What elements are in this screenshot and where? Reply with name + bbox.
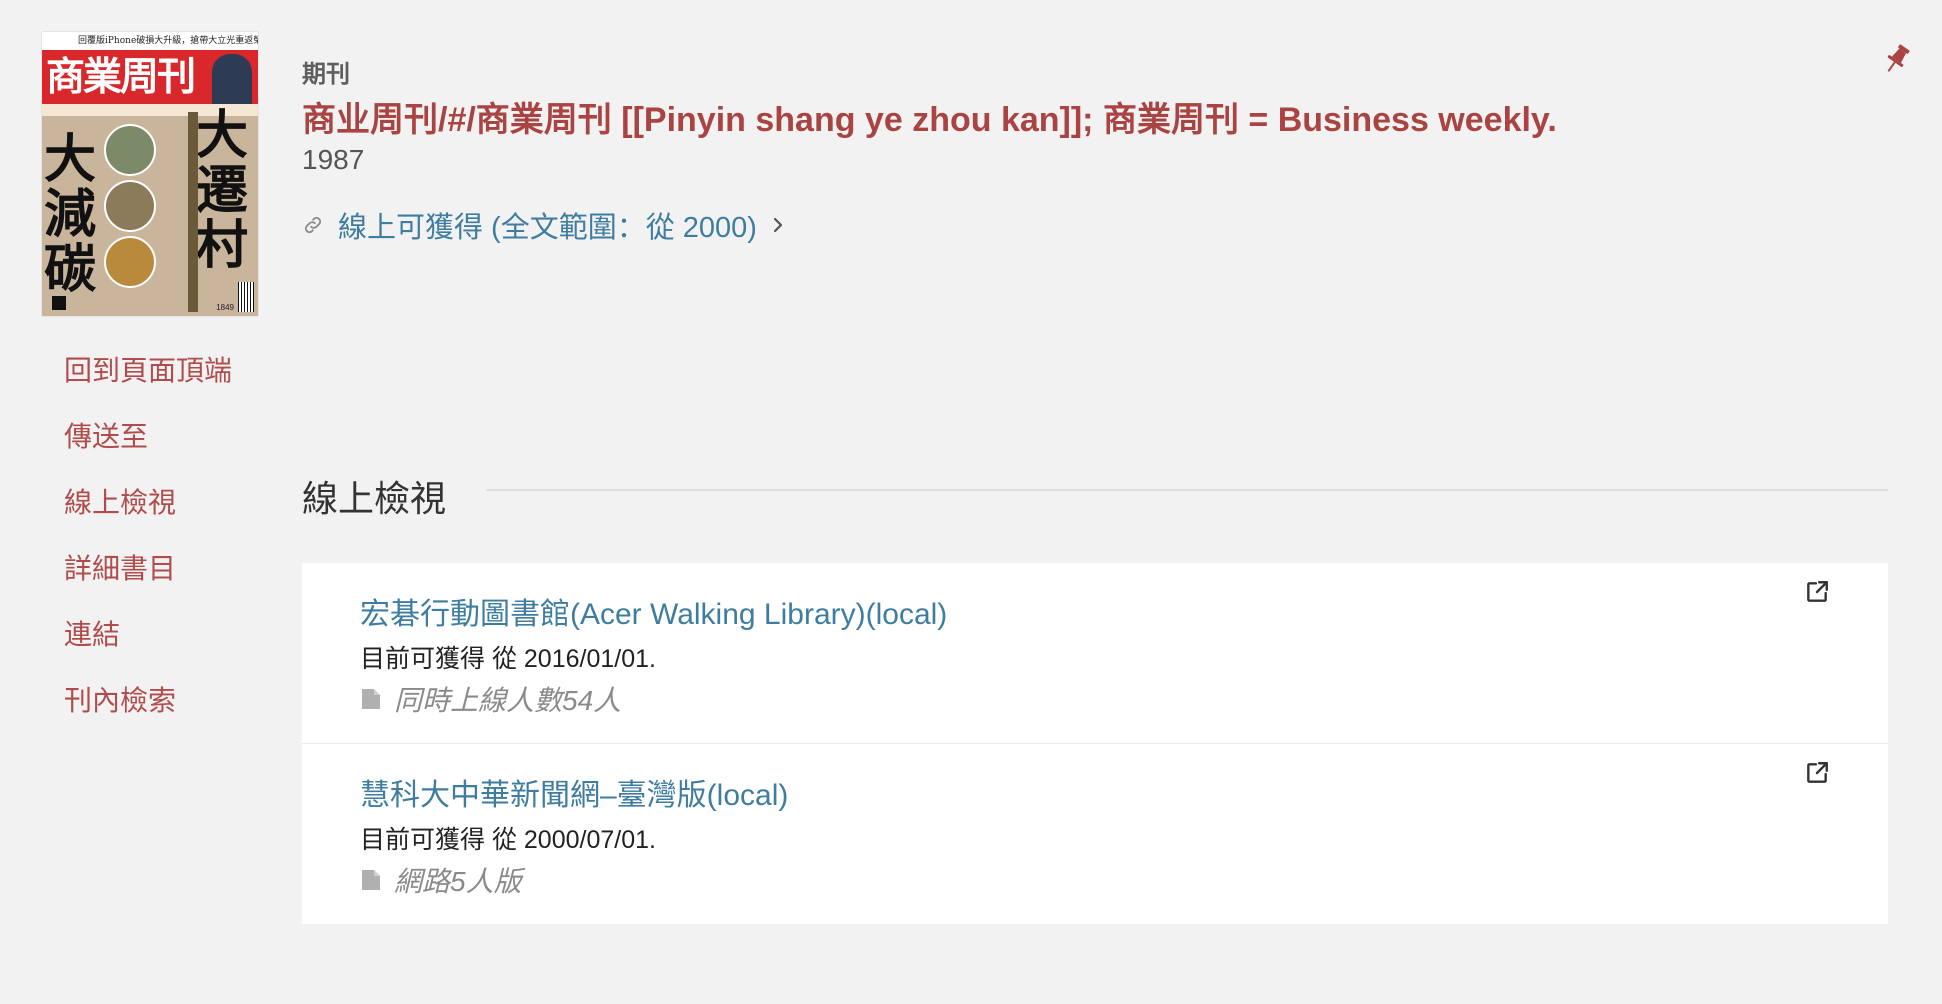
record-year: 1987 (302, 144, 365, 175)
note-icon (360, 687, 382, 711)
cover-image: 回覆版iPhone破損大升級，搶帶大立光重返榮耀？ 商業周刊 大減碳 大遷村 1… (42, 32, 258, 316)
service-note: 網路5人版 (360, 860, 522, 900)
section-divider (486, 489, 1888, 491)
services-list: 宏碁行動圖書館(Acer Walking Library)(local) 目前可… (302, 563, 1888, 924)
service-note-text: 同時上線人數54人 (394, 685, 622, 716)
section-title: 線上檢視 (302, 478, 447, 519)
cover-qr-code (52, 296, 66, 310)
service-link[interactable]: 宏碁行動圖書館(Acer Walking Library)(local) (360, 589, 947, 633)
cover-headline-left: 大減碳 (44, 129, 97, 300)
availability-link[interactable]: 線上可獲得 (全文範圍：從 2000) (302, 204, 785, 246)
pin-icon[interactable] (1882, 42, 1912, 76)
nav-search-inside[interactable]: 刊內檢索 (64, 668, 232, 734)
external-link-icon[interactable] (1804, 760, 1830, 786)
link-icon (302, 214, 324, 236)
nav-links[interactable]: 連結 (64, 602, 232, 668)
service-availability: 目前可獲得 從 2016/01/01. (360, 645, 656, 673)
cover-photo (104, 124, 156, 176)
cover-photo (104, 180, 156, 232)
cover-top-line: 回覆版iPhone破損大升級，搶帶大立光重返榮耀？ (42, 32, 258, 50)
cover-barcode (238, 282, 254, 312)
service-note: 同時上線人數54人 (360, 679, 621, 719)
list-item: 慧科大中華新聞網–臺灣版(local) 目前可獲得 從 2000/07/01. … (302, 744, 1888, 924)
nav-back-to-top[interactable]: 回到頁面頂端 (64, 338, 232, 404)
list-item: 宏碁行動圖書館(Acer Walking Library)(local) 目前可… (302, 563, 1888, 744)
cover-logo: 商業周刊 (46, 54, 196, 100)
chevron-right-icon (771, 215, 785, 235)
note-icon (360, 868, 382, 892)
availability-link-label: 線上可獲得 (全文範圍：從 2000) (338, 212, 757, 244)
nav-details[interactable]: 詳細書目 (64, 536, 232, 602)
record-title[interactable]: 商业周刊/#/商業周刊 [[Pinyin shang ye zhou kan]]… (302, 92, 1557, 141)
service-note-text: 網路5人版 (394, 866, 522, 897)
service-link[interactable]: 慧科大中華新聞網–臺灣版(local) (360, 770, 788, 814)
cover-portrait (212, 54, 252, 104)
record-type: 期刊 (302, 61, 350, 88)
cover-photo (104, 236, 156, 288)
cover-issue-number: 1849 (216, 303, 234, 312)
nav-view-online[interactable]: 線上檢視 (64, 470, 232, 536)
side-nav: 回到頁面頂端 傳送至 線上檢視 詳細書目 連結 刊內檢索 (64, 338, 232, 734)
service-availability: 目前可獲得 從 2000/07/01. (360, 826, 656, 854)
cover-headline-right: 大遷村 (196, 105, 249, 276)
nav-send-to[interactable]: 傳送至 (64, 404, 232, 470)
external-link-icon[interactable] (1804, 579, 1830, 605)
